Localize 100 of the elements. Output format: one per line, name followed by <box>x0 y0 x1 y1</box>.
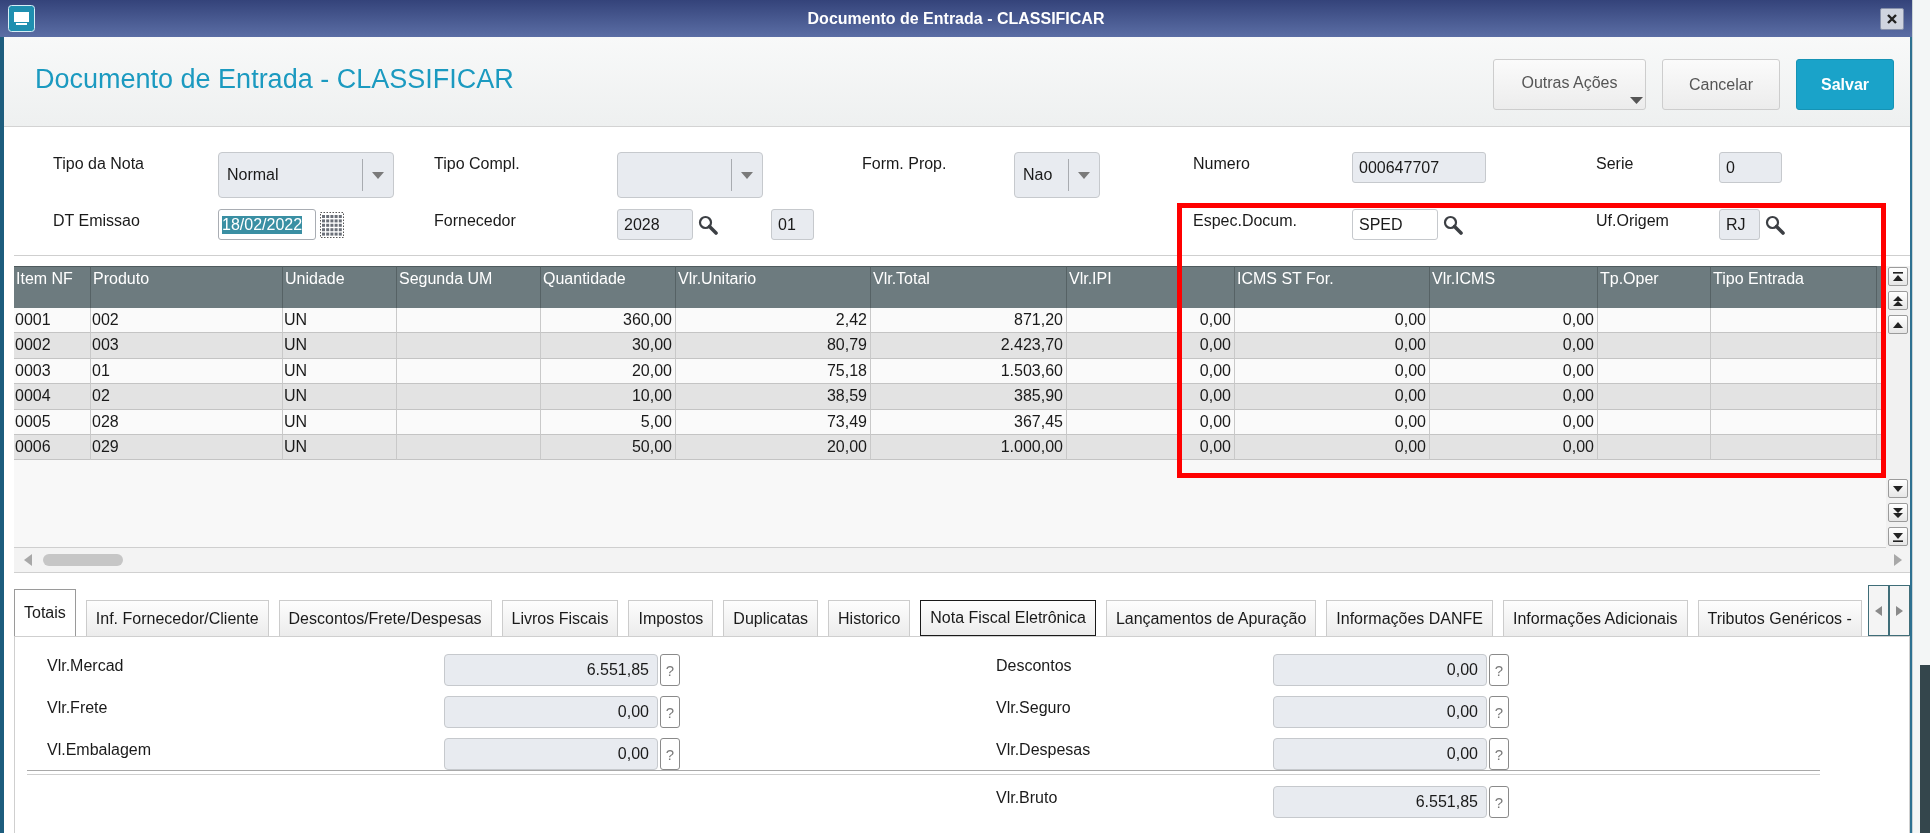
tab[interactable]: Descontos/Frete/Despesas <box>278 600 492 636</box>
tab[interactable]: Historico <box>828 600 911 636</box>
tab[interactable]: Totais <box>14 589 76 636</box>
tab[interactable]: Nota Fiscal Eletrônica <box>920 600 1096 636</box>
scroll-button[interactable] <box>1888 291 1908 310</box>
close-icon <box>1887 13 1897 24</box>
cancel-button[interactable]: Cancelar <box>1662 59 1780 110</box>
table-cell: 385,90 <box>871 384 1067 410</box>
actions-menu-button[interactable]: Outras Ações <box>1493 59 1646 110</box>
vertical-scrollbar[interactable] <box>1886 266 1910 548</box>
field-label: Vlr.Mercad <box>47 656 125 675</box>
tab[interactable]: Livros Fiscais <box>501 600 619 636</box>
page-title: Documento de Entrada - CLASSIFICAR <box>35 64 514 95</box>
tab[interactable]: Informações DANFE <box>1326 600 1493 636</box>
table-cell: UN <box>283 384 397 410</box>
amount-field[interactable]: 6.551,85 <box>1273 786 1487 818</box>
table-cell: UN <box>283 409 397 435</box>
table-cell: 38,59 <box>676 384 871 410</box>
text-field[interactable]: 0 <box>1719 152 1782 183</box>
select-field[interactable]: Normal <box>218 152 394 198</box>
amount-field[interactable]: 6.551,85 <box>444 654 658 686</box>
help-button[interactable]: ? <box>660 654 680 686</box>
scroll-button[interactable] <box>1888 315 1908 334</box>
table-cell: 0,00 <box>1430 333 1598 359</box>
scroll-button[interactable] <box>1888 479 1908 498</box>
caret-icon <box>1078 171 1090 179</box>
amount-field[interactable]: 0,00 <box>444 696 658 728</box>
tab-scroll-left-button[interactable] <box>1868 585 1889 636</box>
monitor-icon[interactable] <box>8 5 35 32</box>
window-title: Documento de Entrada - CLASSIFICAR <box>807 9 1105 28</box>
table-cell: 0,00 <box>1235 409 1430 435</box>
table-cell: 0004 <box>14 384 91 410</box>
close-button[interactable] <box>1880 7 1904 30</box>
table-cell: UN <box>283 434 397 461</box>
search-icon[interactable] <box>1765 214 1785 235</box>
select-field[interactable] <box>617 152 763 198</box>
help-button[interactable]: ? <box>1489 654 1509 686</box>
table-cell: 0006 <box>14 434 91 461</box>
lookup-field[interactable]: SPED <box>1352 209 1438 240</box>
table-cell: 20,00 <box>676 434 871 461</box>
amount-field[interactable]: 0,00 <box>1273 696 1487 728</box>
table-cell: 028 <box>91 409 283 435</box>
help-button[interactable]: ? <box>660 696 680 728</box>
table-cell: UN <box>283 333 397 359</box>
double-down-arrow-icon <box>1893 507 1903 518</box>
field-label: Tipo Compl. <box>434 154 520 173</box>
top-arrow-icon <box>1893 271 1903 282</box>
scroll-button[interactable] <box>1888 267 1908 286</box>
field-label: Vlr.Bruto <box>996 788 1059 807</box>
amount-field[interactable]: 0,00 <box>1273 738 1487 770</box>
calendar-icon[interactable] <box>320 211 344 238</box>
date-field[interactable]: 18/02/2022 <box>218 209 316 240</box>
table-cell: 0,00 <box>1235 333 1430 359</box>
help-button[interactable]: ? <box>1489 696 1509 728</box>
table-cell: 73,49 <box>676 409 871 435</box>
table-cell: 50,00 <box>541 434 676 461</box>
caret-icon <box>1630 97 1643 104</box>
help-button[interactable]: ? <box>1489 786 1509 818</box>
help-button[interactable]: ? <box>660 738 680 770</box>
down-arrow-icon <box>1893 485 1903 492</box>
table-cell: 367,45 <box>871 409 1067 435</box>
table-cell: 30,00 <box>541 333 676 359</box>
select-field[interactable]: Nao <box>1014 152 1100 198</box>
scrollbar-thumb[interactable] <box>43 554 123 566</box>
scroll-button[interactable] <box>1888 527 1908 546</box>
text-field[interactable]: 000647707 <box>1352 152 1486 183</box>
tab[interactable]: Informações Adicionais <box>1503 600 1688 636</box>
help-button[interactable]: ? <box>1489 738 1509 770</box>
table-cell: 029 <box>91 434 283 461</box>
field-label: Descontos <box>996 656 1073 675</box>
search-icon[interactable] <box>698 214 718 235</box>
search-icon[interactable] <box>1443 214 1463 235</box>
caret-icon <box>372 171 384 179</box>
table-cell: 02 <box>91 384 283 410</box>
table-cell: 5,00 <box>541 409 676 435</box>
table-cell: 0,00 <box>1067 434 1235 461</box>
table-cell: 0,00 <box>1067 409 1235 435</box>
field-label: Vl.Embalagem <box>47 740 153 759</box>
horizontal-scrollbar[interactable] <box>14 548 1910 573</box>
amount-field[interactable]: 0,00 <box>444 738 658 770</box>
scroll-button[interactable] <box>1888 503 1908 522</box>
lookup-field[interactable]: 2028 <box>617 209 693 240</box>
bottom-arrow-icon <box>1893 531 1903 542</box>
amount-field[interactable]: 0,00 <box>1273 654 1487 686</box>
field-label: Vlr.Frete <box>47 698 109 717</box>
field-label: Espec.Docum. <box>1193 211 1298 230</box>
table-cell: 0,00 <box>1067 333 1235 359</box>
lookup-field[interactable]: RJ <box>1719 209 1760 240</box>
tab[interactable]: Inf. Fornecedor/Cliente <box>85 600 269 636</box>
field-label: Tipo da Nota <box>53 154 144 173</box>
table-cell: 0,00 <box>1235 384 1430 410</box>
tab[interactable]: Tributos Genéricos - <box>1697 600 1862 636</box>
text-field[interactable]: 01 <box>771 209 814 240</box>
tab[interactable]: Lançamentos de Apuração <box>1105 600 1317 636</box>
table-cell: 0005 <box>14 409 91 435</box>
field-label: Serie <box>1596 154 1634 173</box>
tab[interactable]: Impostos <box>628 600 714 636</box>
double-up-arrow-icon <box>1893 295 1903 306</box>
tab[interactable]: Duplicatas <box>723 600 819 636</box>
tab-scroll-right-button[interactable] <box>1889 585 1910 636</box>
